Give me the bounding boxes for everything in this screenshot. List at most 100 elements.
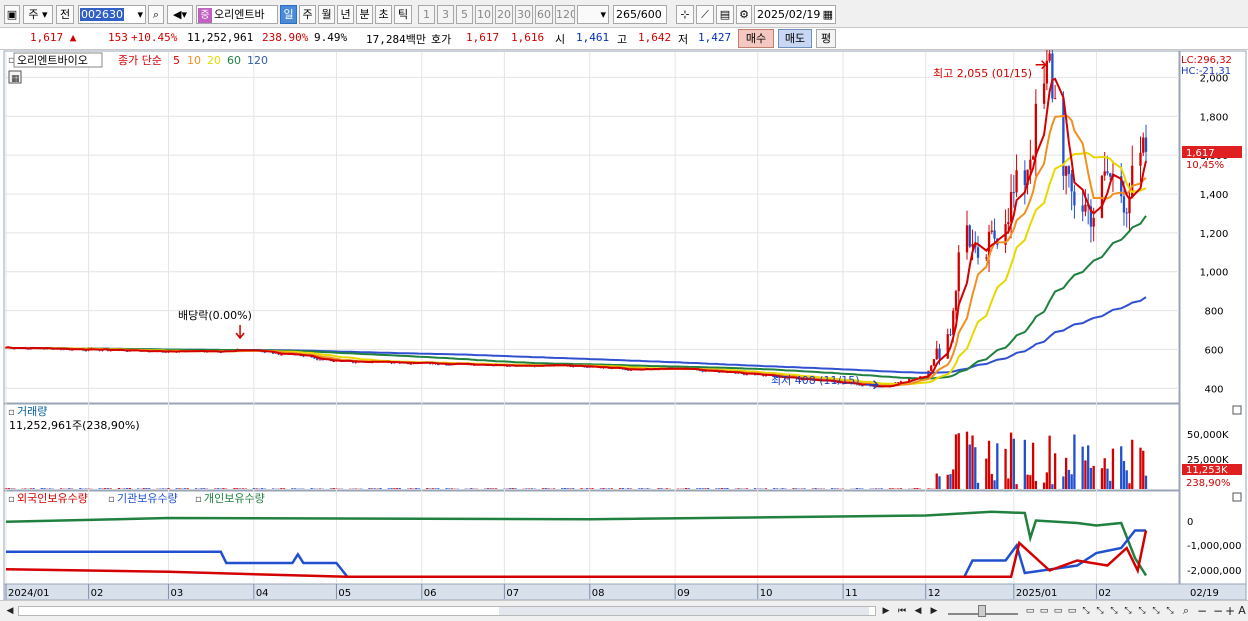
ma10-legend[interactable]: 10 <box>187 54 201 67</box>
period-day-tab[interactable]: 일 <box>280 5 297 24</box>
volume-bar <box>379 488 382 489</box>
zoom-out-alt-icon[interactable]: − <box>1212 604 1224 618</box>
candle-body <box>1092 217 1095 227</box>
volume-ratio: 238.90% <box>262 31 309 44</box>
ma20-legend[interactable]: 20 <box>207 54 221 67</box>
individual-holdings-legend[interactable]: 개인보유수량 <box>204 492 265 505</box>
scroll-right-icon[interactable]: ▶ <box>880 604 892 618</box>
scroll-thumb[interactable] <box>499 607 869 615</box>
data-count-field[interactable]: 265/600 <box>613 5 667 24</box>
volume-bar <box>985 458 988 489</box>
window-icon-2[interactable]: ▭ <box>1038 604 1050 618</box>
window-icon-3[interactable]: ▭ <box>1052 604 1064 618</box>
calendar-icon[interactable]: ▦ <box>823 6 835 23</box>
zoom-search-icon[interactable]: ⌕ <box>1180 604 1192 618</box>
foreign-holdings-legend[interactable]: 외국인보유수량 <box>17 492 88 505</box>
period-month-tab[interactable]: 월 <box>318 5 335 24</box>
volume-bar <box>511 488 514 489</box>
interval-custom-select[interactable]: ▾ <box>577 5 609 24</box>
volume-bar <box>222 488 225 489</box>
zoom-slider[interactable] <box>948 605 1018 617</box>
tool-icon-2[interactable]: ⤡ <box>1094 604 1106 618</box>
text-size-icon[interactable]: A <box>1236 604 1248 618</box>
volume-bar <box>1111 448 1115 489</box>
window-icon-1[interactable]: ▭ <box>1024 604 1036 618</box>
x-axis-label: 07 <box>506 588 519 599</box>
interval-3-button[interactable]: 3 <box>437 5 454 24</box>
interval-60-button[interactable]: 60 <box>535 5 553 24</box>
interval-120-button[interactable]: 120 <box>555 5 575 24</box>
x-axis-label: 09 <box>677 588 690 599</box>
interval-30-button[interactable]: 30 <box>515 5 533 24</box>
volume-bar <box>1125 470 1128 489</box>
window-menu-icon[interactable]: ▣ <box>4 5 20 24</box>
candle-body <box>1103 171 1106 176</box>
volume-bar <box>566 488 569 489</box>
cross-tool-icon[interactable]: ⊹ <box>676 5 694 24</box>
zoom-out-icon[interactable]: − <box>1196 604 1208 618</box>
volume-bar <box>310 488 313 489</box>
speaker-icon[interactable]: ◀▾ <box>167 5 193 24</box>
tool-icon-6[interactable]: ⤡ <box>1150 604 1162 618</box>
period-year-tab[interactable]: 년 <box>337 5 354 24</box>
save-icon[interactable]: ▤ <box>716 5 734 24</box>
volume-bar <box>371 488 374 489</box>
sell-button[interactable]: 매도 <box>778 29 812 48</box>
volume-bar <box>946 474 949 489</box>
search-icon[interactable]: ⌕ <box>148 5 164 24</box>
volume-bar <box>687 488 691 489</box>
tool-icon-5[interactable]: ⤡ <box>1136 604 1148 618</box>
ma120-legend[interactable]: 120 <box>247 54 268 67</box>
interval-10-button[interactable]: 10 <box>475 5 493 24</box>
period-second-tab[interactable]: 초 <box>375 5 392 24</box>
zoom-in-icon[interactable]: + <box>1224 604 1236 618</box>
draw-line-icon[interactable]: ⟋ <box>696 5 714 24</box>
first-page-icon[interactable]: ⏮ <box>896 604 908 618</box>
interval-20-button[interactable]: 20 <box>495 5 513 24</box>
volume-bar <box>431 488 434 489</box>
candle-body <box>985 257 988 259</box>
low-label: 저 <box>678 33 689 46</box>
tool-icon-1[interactable]: ⤡ <box>1080 604 1092 618</box>
interval-5-button[interactable]: 5 <box>456 5 473 24</box>
stock-code-input[interactable]: 002630 ▾ <box>78 5 146 24</box>
x-axis-label: 02 <box>1098 588 1111 599</box>
volume-bar <box>718 488 721 489</box>
ma5-legend[interactable]: 5 <box>173 54 180 67</box>
institution-holdings-legend[interactable]: 기관보유수량 <box>117 492 178 505</box>
prev-button[interactable]: 전 <box>56 5 74 24</box>
date-field[interactable]: 2025/02/19 ▦ <box>754 5 836 24</box>
next-page-icon[interactable]: ▶ <box>928 604 940 618</box>
ma-legend-label[interactable]: 종가 단순 <box>118 54 162 67</box>
period-tick-tab[interactable]: 틱 <box>394 5 412 24</box>
period-week-tab[interactable]: 주 <box>299 5 316 24</box>
interval-1-button[interactable]: 1 <box>418 5 435 24</box>
prev-page-icon[interactable]: ◀ <box>912 604 924 618</box>
volume-bar <box>183 488 187 489</box>
ma60-legend[interactable]: 60 <box>227 54 241 67</box>
period-minute-tab[interactable]: 분 <box>356 5 373 24</box>
scroll-track[interactable] <box>18 606 876 616</box>
buy-button[interactable]: 매수 <box>738 29 774 48</box>
tool-icon-3[interactable]: ⤡ <box>1108 604 1120 618</box>
candle-body <box>1067 166 1071 174</box>
gear-icon[interactable]: ⚙ <box>736 5 752 24</box>
current-price-tag-text: 1,617 <box>1186 148 1215 159</box>
market-select[interactable]: 주 ▾ <box>23 5 53 24</box>
holdings-panel-close-icon[interactable] <box>1232 492 1242 502</box>
volume-bar <box>720 488 724 489</box>
average-button[interactable]: 평 <box>816 29 836 48</box>
quote-info-bar: 1,617 ▲ 153 +10.45% 11,252,961 238.90% 9… <box>0 28 1248 50</box>
window-icon-4[interactable]: ▭ <box>1066 604 1078 618</box>
stock-name-field[interactable]: 증 오리엔트바 <box>196 5 278 24</box>
candle-body <box>935 348 938 360</box>
scroll-left-icon[interactable]: ◀ <box>4 604 16 618</box>
chart-area[interactable]: 2,0001,8001,6001,4001,2001,000800600400 … <box>0 50 1248 600</box>
open-price: 1,461 <box>576 31 610 44</box>
tool-icon-4[interactable]: ⤡ <box>1122 604 1134 618</box>
volume-panel-close-icon[interactable] <box>1232 405 1242 415</box>
zoom-slider-handle[interactable] <box>978 605 986 617</box>
open-label: 시 <box>555 33 566 46</box>
tool-icon-7[interactable]: ⤡ <box>1164 604 1176 618</box>
volume-bar <box>494 488 498 489</box>
